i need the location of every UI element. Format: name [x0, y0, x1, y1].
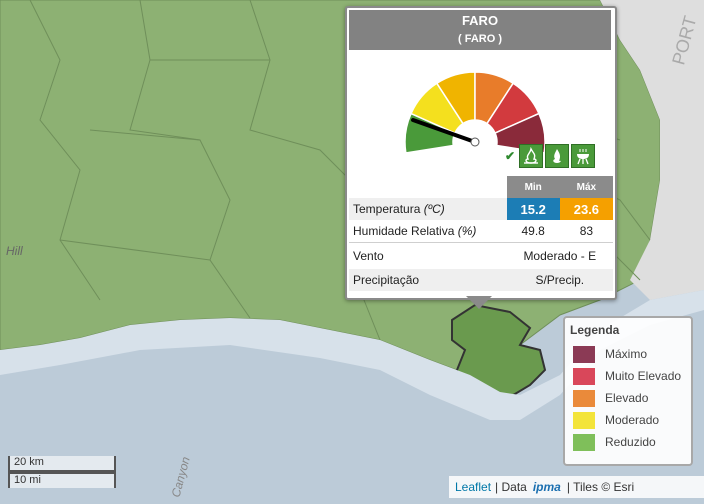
legend-item: Muito Elevado: [573, 366, 681, 386]
legend-item: Moderado: [573, 410, 659, 430]
legend-swatch: [573, 411, 595, 429]
table-header: Min Máx: [349, 176, 613, 198]
legend-label: Reduzido: [605, 435, 656, 449]
legend-title: Legenda: [570, 323, 620, 337]
fire-icon: [519, 144, 544, 168]
precip-row: Precipitação S/Precip.: [349, 268, 613, 291]
scale-km: 20 km: [8, 456, 116, 472]
legend-swatch: [573, 345, 595, 363]
popup-subtitle: ( FARO ): [458, 33, 502, 45]
check-icon: ✔: [505, 149, 516, 163]
temperature-min: 15.2: [506, 198, 560, 220]
humidity-row: Humidade Relativa (%) 49.8 83: [349, 220, 613, 243]
humidity-max: 83: [579, 224, 594, 238]
legend-item: Reduzido: [573, 432, 656, 452]
popup-pointer: [466, 296, 492, 309]
legend-label: Muito Elevado: [605, 369, 682, 383]
attrib-data: | Data: [495, 480, 527, 494]
precip-label: Precipitação: [353, 272, 420, 287]
temperature-unit: (ºC): [423, 202, 445, 216]
legend-label: Moderado: [605, 413, 660, 427]
header-min: Min: [506, 176, 560, 198]
district-popup: FARO ( FARO ) ✔ Min Máx Temperatura (ºC)…: [345, 6, 617, 300]
humidity-min: 49.8: [521, 224, 545, 238]
wind-value: Moderado - E: [506, 242, 613, 269]
attrib-tiles: | Tiles © Esri: [566, 480, 635, 494]
legend-item: Máximo: [573, 344, 647, 364]
weather-table: Min Máx Temperatura (ºC) 15.2 23.6 Humid…: [349, 176, 613, 291]
scale-bar: 20 km 10 mi: [8, 456, 116, 488]
legend-item: Elevado: [573, 388, 648, 408]
risk-icons: ✔: [505, 144, 596, 168]
leaflet-link[interactable]: Leaflet: [455, 480, 491, 494]
legend-label: Máximo: [605, 347, 648, 361]
header-max: Máx: [559, 176, 613, 198]
humidity-unit: (%): [457, 224, 477, 238]
wind-label: Vento: [349, 242, 507, 269]
legend-swatch: [573, 367, 595, 385]
temperature-row: Temperatura (ºC) 15.2 23.6: [349, 198, 613, 220]
map-label-hill: Hill: [6, 244, 23, 258]
legend-swatch: [573, 433, 595, 451]
temperature-label: Temperatura: [353, 202, 421, 216]
legend-label: Elevado: [605, 391, 649, 405]
flame-icon: [545, 144, 570, 168]
attribution: Leaflet | Data ipma | Tiles © Esri: [449, 476, 704, 498]
temperature-max: 23.6: [559, 198, 613, 220]
legend-swatch: [573, 389, 595, 407]
scale-mi: 10 mi: [8, 472, 116, 488]
ipma-logo[interactable]: ipma: [533, 480, 561, 494]
popup-title: FARO: [461, 13, 499, 28]
fire-risk-gauge: [404, 71, 546, 152]
barbecue-icon: [571, 144, 596, 168]
wind-row: Vento Moderado - E: [349, 242, 613, 269]
legend: Legenda Máximo Muito Elevado Elevado Mod…: [563, 316, 693, 466]
popup-title-bar: FARO ( FARO ): [349, 10, 611, 50]
humidity-label: Humidade Relativa: [353, 224, 455, 238]
precip-value: S/Precip.: [535, 272, 585, 287]
